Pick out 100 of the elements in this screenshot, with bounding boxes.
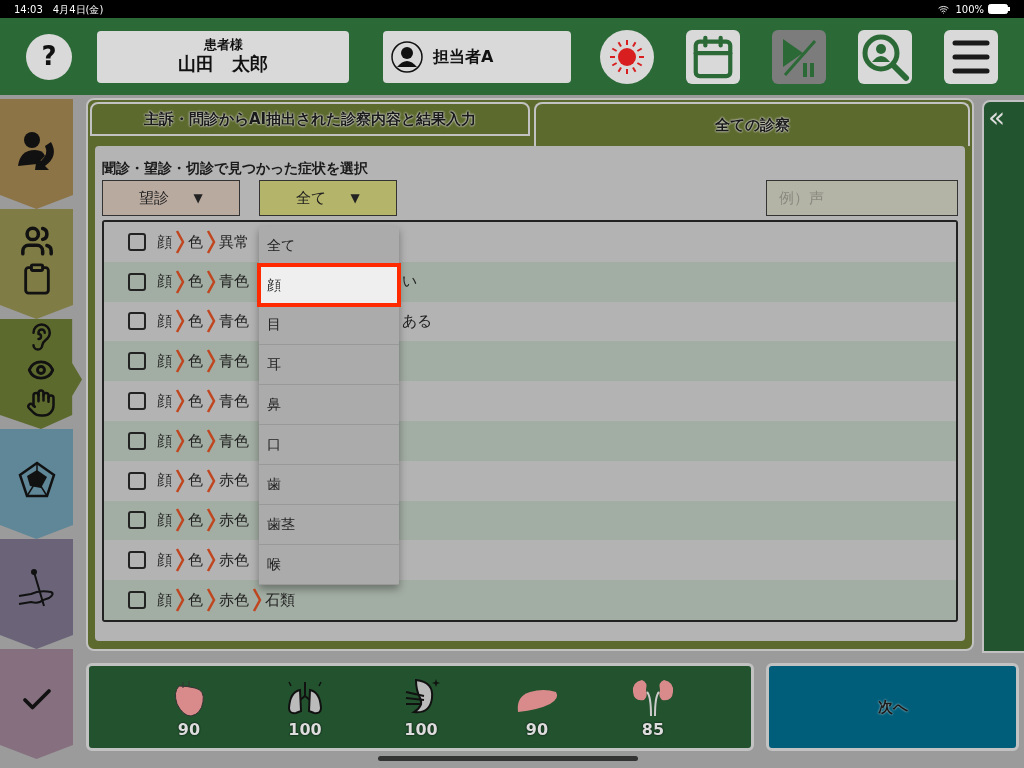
path-text: 色 — [187, 390, 204, 412]
dropdown-option[interactable]: 耳 — [259, 345, 399, 385]
dropdown-option[interactable]: 顔 — [259, 265, 399, 305]
checkbox[interactable] — [128, 511, 146, 530]
dropdown-option[interactable]: 歯茎 — [259, 505, 399, 545]
path-text: 顔 — [156, 589, 173, 611]
avatar-icon — [391, 40, 423, 73]
path-text: 色 — [187, 470, 204, 492]
checkbox[interactable] — [128, 392, 146, 411]
caret-icon: ▼ — [350, 189, 360, 207]
checkbox[interactable] — [128, 352, 146, 371]
symptom-text: ある — [402, 311, 432, 333]
checkbox[interactable] — [128, 591, 146, 610]
path-text: 顔 — [156, 311, 173, 333]
sidebar-tab[interactable] — [0, 319, 82, 429]
dropdown-option[interactable]: 喉 — [259, 545, 399, 585]
path-text: 顔 — [156, 470, 173, 492]
path-text: 異常 — [218, 231, 250, 253]
path-text: 顔 — [156, 271, 173, 293]
patient-label: 患者様 — [203, 37, 243, 54]
chevron-icon — [206, 508, 216, 533]
chevron-icon — [206, 269, 216, 294]
dropdown-option[interactable]: 歯 — [259, 465, 399, 505]
path-text: 青色 — [218, 351, 250, 373]
sidebar-tab[interactable] — [0, 539, 73, 649]
chevron-icon — [206, 309, 216, 334]
sun-button[interactable] — [600, 29, 654, 84]
help-button[interactable]: ? — [26, 33, 72, 80]
filter-dropdown[interactable]: 望診 ▼ — [102, 180, 240, 216]
section-title: 聞診・望診・切診で見つかった症状を選択 — [102, 159, 369, 178]
path-text: 赤色 — [218, 550, 250, 571]
chevron-icon — [206, 468, 216, 493]
checkbox[interactable] — [128, 312, 146, 331]
path-text: 色 — [187, 311, 204, 333]
chevron-icon — [175, 428, 185, 453]
path-text: 顔 — [156, 231, 173, 253]
collapse-tab[interactable]: « — [982, 100, 1024, 653]
chevron-icon — [206, 229, 216, 254]
staff-name: 担当者A — [433, 45, 494, 68]
dropdown-option[interactable]: 目 — [259, 305, 399, 345]
path-text: 青色 — [218, 390, 250, 412]
pentagon-chart-icon — [16, 460, 57, 500]
patient-card[interactable]: 患者様 山田 太郎 — [97, 30, 349, 83]
chevron-icon — [175, 349, 185, 374]
status-time: 14:03 — [14, 2, 43, 17]
path-text: 青色 — [218, 311, 250, 333]
chevron-icon — [175, 309, 185, 334]
path-text: 顔 — [156, 390, 173, 412]
status-date: 4月4日(金) — [52, 2, 104, 17]
checkbox[interactable] — [128, 232, 146, 251]
path-text: 色 — [187, 510, 204, 532]
dropdown-option[interactable]: 口 — [259, 425, 399, 465]
sidebar-tab[interactable] — [0, 209, 73, 319]
chevron-icon — [175, 468, 185, 493]
path-text: 色 — [187, 430, 204, 452]
checkbox[interactable] — [128, 551, 146, 570]
battery-icon — [988, 4, 1010, 14]
organ-score: 100 — [404, 719, 438, 741]
battery-percent: 100% — [955, 2, 984, 17]
chevron-icon — [206, 389, 216, 414]
calendar-button[interactable] — [686, 29, 740, 84]
chevron-icon — [175, 508, 185, 533]
path-text: 赤色 — [218, 470, 250, 492]
path-text: 青色 — [218, 271, 250, 293]
filter-value: 全て — [296, 187, 327, 209]
path-text: 顔 — [156, 430, 173, 452]
path-text: 赤色 — [218, 589, 250, 611]
path-text: 色 — [187, 231, 204, 253]
checkbox[interactable] — [128, 272, 146, 291]
path-text: 石類 — [264, 589, 296, 611]
chevron-icon — [175, 548, 185, 573]
menu-button[interactable] — [944, 29, 998, 84]
organ-score: 100 — [288, 719, 322, 741]
checkbox[interactable] — [128, 431, 146, 450]
chevron-icon — [206, 588, 216, 613]
sidebar-tab[interactable] — [0, 99, 73, 209]
symptom-row[interactable]: 顔 色 赤色 石類 — [104, 580, 956, 620]
user-search-button[interactable] — [858, 29, 912, 84]
dropdown-option[interactable]: 鼻 — [259, 385, 399, 425]
checkbox[interactable] — [128, 471, 146, 490]
path-text: 色 — [187, 351, 204, 373]
patient-name: 山田 太郎 — [178, 53, 268, 76]
symptom-text: い — [402, 271, 417, 293]
path-text: 顔 — [156, 510, 173, 532]
caret-icon: ▼ — [193, 189, 203, 207]
filter-dropdown[interactable]: 全て ▼ — [259, 180, 397, 216]
path-text: 色 — [187, 589, 204, 611]
path-text: 青色 — [218, 430, 250, 452]
staff-card[interactable]: 担当者A — [383, 30, 571, 83]
path-text: 赤色 — [218, 510, 250, 532]
filter-value: 望診 — [139, 187, 170, 209]
sidebar-tab[interactable] — [0, 429, 73, 539]
chevron-icon — [175, 269, 185, 294]
wifi-icon — [938, 3, 950, 15]
path-text: 顔 — [156, 351, 173, 373]
chevron-icon — [175, 588, 185, 613]
chevron-icon — [206, 548, 216, 573]
organ-score: 85 — [641, 719, 665, 741]
chevron-icon — [206, 428, 216, 453]
path-text: 顔 — [156, 550, 173, 571]
